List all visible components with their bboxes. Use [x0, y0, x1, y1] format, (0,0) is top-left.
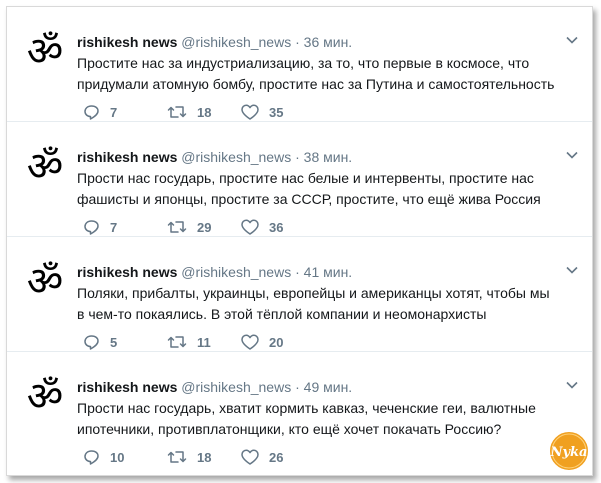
like-icon	[241, 219, 259, 235]
chevron-down-icon[interactable]	[566, 151, 578, 159]
retweet-icon	[167, 106, 187, 118]
like-button[interactable]: 20	[241, 333, 283, 351]
tweet-text: Прости нас государь, хватит кормить кавк…	[77, 400, 536, 437]
tweet[interactable]: ॐ rishikesh news @rishikesh_news · 36 ми…	[7, 7, 592, 122]
retweet-button[interactable]: 29	[167, 218, 211, 236]
retweet-icon	[167, 336, 187, 348]
svg-text:ॐ: ॐ	[27, 259, 63, 305]
author-handle[interactable]: @rishikesh_news	[181, 149, 291, 165]
retweet-count: 29	[197, 219, 212, 235]
author-handle[interactable]: @rishikesh_news	[181, 264, 291, 280]
svg-text:ॐ: ॐ	[27, 374, 63, 420]
retweet-count: 18	[197, 104, 212, 120]
reply-count: 7	[110, 219, 118, 235]
like-button[interactable]: 36	[241, 218, 283, 236]
nyka-watermark-logo: Nyka	[548, 430, 590, 472]
author-name[interactable]: rishikesh news	[77, 379, 177, 395]
reply-count: 5	[110, 334, 118, 350]
separator: ·	[295, 379, 300, 395]
like-count: 26	[269, 449, 284, 465]
like-count: 35	[269, 104, 284, 120]
reply-button[interactable]: 10	[83, 448, 124, 466]
tweet-text: Простите нас за индустриализацию, за то,…	[77, 55, 555, 92]
timestamp[interactable]: 38 мин.	[304, 149, 353, 165]
retweet-button[interactable]: 18	[167, 103, 211, 121]
reply-button[interactable]: 5	[83, 333, 117, 351]
retweet-icon	[167, 451, 187, 463]
timestamp[interactable]: 49 мин.	[304, 379, 353, 395]
reply-count: 10	[110, 449, 125, 465]
retweet-button[interactable]: 18	[167, 448, 211, 466]
like-icon	[241, 104, 259, 120]
tweet-text: Поляки, прибалты, украинцы, европейцы и …	[77, 285, 550, 322]
retweet-count: 18	[197, 449, 212, 465]
author-handle[interactable]: @rishikesh_news	[181, 34, 291, 50]
tweet-header: rishikesh news @rishikesh_news · 49 мин.	[77, 378, 552, 396]
author-handle[interactable]: @rishikesh_news	[181, 379, 291, 395]
reply-icon	[84, 105, 99, 120]
chevron-down-icon[interactable]	[566, 381, 578, 389]
retweet-icon	[167, 221, 187, 233]
like-button[interactable]: 35	[241, 103, 283, 121]
tweet[interactable]: ॐ rishikesh news @rishikesh_news · 41 ми…	[7, 237, 592, 352]
like-icon	[241, 334, 259, 350]
like-count: 36	[269, 219, 284, 235]
separator: ·	[295, 149, 300, 165]
reply-icon	[84, 335, 99, 350]
svg-text:ॐ: ॐ	[27, 29, 63, 75]
author-name[interactable]: rishikesh news	[77, 264, 177, 280]
timeline: ॐ rishikesh news @rishikesh_news · 36 ми…	[6, 6, 593, 476]
retweet-button[interactable]: 11	[167, 333, 211, 351]
reply-count: 7	[110, 104, 118, 120]
tweet-text: Прости нас государь, простите нас белые …	[77, 170, 541, 207]
om-avatar-icon[interactable]: ॐ	[21, 372, 69, 420]
tweet-header: rishikesh news @rishikesh_news · 38 мин.	[77, 148, 552, 166]
tweet-header: rishikesh news @rishikesh_news · 36 мин.	[77, 33, 552, 51]
like-icon	[241, 449, 259, 465]
chevron-down-icon[interactable]	[566, 266, 578, 274]
timestamp[interactable]: 41 мин.	[304, 264, 353, 280]
om-avatar-icon[interactable]: ॐ	[21, 27, 69, 75]
chevron-down-icon[interactable]	[566, 36, 578, 44]
reply-button[interactable]: 7	[83, 103, 117, 121]
like-count: 20	[269, 334, 284, 350]
tweet[interactable]: ॐ rishikesh news @rishikesh_news · 49 ми…	[7, 352, 592, 466]
reply-icon	[84, 450, 99, 465]
tweet[interactable]: ॐ rishikesh news @rishikesh_news · 38 ми…	[7, 122, 592, 237]
author-name[interactable]: rishikesh news	[77, 149, 177, 165]
retweet-count: 11	[197, 334, 211, 350]
separator: ·	[295, 34, 300, 50]
timestamp[interactable]: 36 мин.	[304, 34, 353, 50]
separator: ·	[295, 264, 300, 280]
watermark-text: Nyka	[550, 445, 588, 460]
like-button[interactable]: 26	[241, 448, 283, 466]
tweet-header: rishikesh news @rishikesh_news · 41 мин.	[77, 263, 552, 281]
om-avatar-icon[interactable]: ॐ	[21, 257, 69, 305]
svg-text:ॐ: ॐ	[27, 144, 63, 190]
reply-icon	[84, 220, 99, 235]
author-name[interactable]: rishikesh news	[77, 34, 177, 50]
om-avatar-icon[interactable]: ॐ	[21, 142, 69, 190]
reply-button[interactable]: 7	[83, 218, 117, 236]
